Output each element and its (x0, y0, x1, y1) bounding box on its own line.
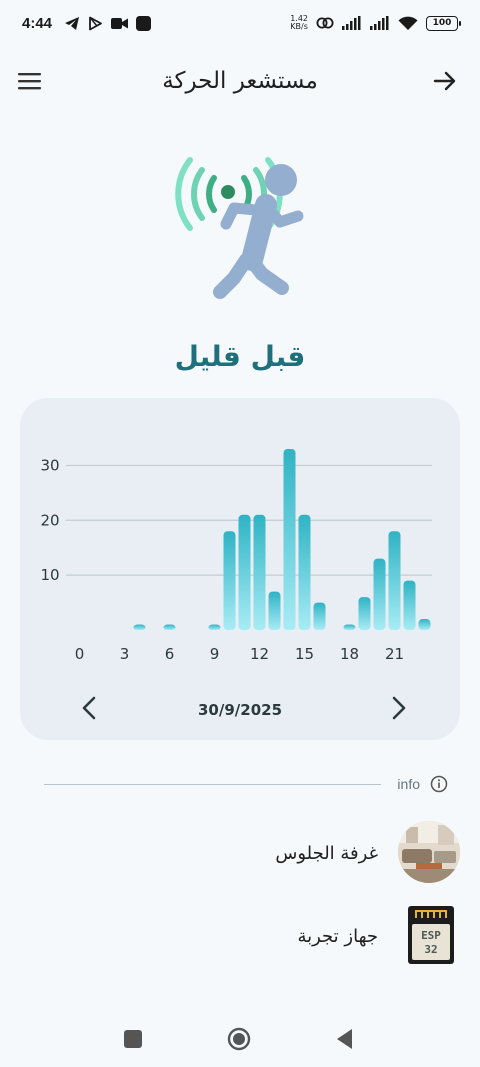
divider-line (44, 784, 381, 785)
menu-icon[interactable] (18, 70, 42, 92)
x-tick-label: 0 (75, 645, 85, 663)
back-button[interactable] (332, 1026, 358, 1052)
chart-bar (373, 558, 386, 630)
chart-bar (298, 514, 311, 630)
video-icon (111, 17, 129, 29)
home-button[interactable] (226, 1026, 252, 1052)
motion-sensor-illustration (175, 157, 304, 299)
link-icon (316, 17, 334, 29)
chart-bar (343, 624, 356, 630)
info-divider: info (44, 774, 448, 796)
list-item-label: غرفة الجلوس (275, 843, 378, 864)
x-tick-label: 21 (385, 645, 404, 663)
chart-bar (268, 591, 281, 630)
esp32-chip-icon: ESP 32 (408, 906, 454, 964)
chevron-right-icon[interactable] (384, 694, 412, 722)
y-tick-label: 10 (40, 566, 59, 584)
app-bar: مستشعر الحركة (0, 56, 480, 106)
list-item-living-room[interactable]: غرفة الجلوس (0, 821, 480, 885)
chart-bar (283, 448, 296, 630)
telegram-icon (65, 16, 80, 30)
recents-button[interactable] (120, 1026, 146, 1052)
chart-bar (388, 531, 401, 630)
y-tick-label: 20 (40, 511, 59, 529)
system-nav-bar (0, 1010, 480, 1067)
wifi-icon (398, 16, 418, 30)
x-tick-label: 3 (120, 645, 130, 663)
network-speed: 1.42 KB/s (290, 15, 308, 31)
x-tick-label: 18 (340, 645, 359, 663)
status-time: 4:44 (22, 14, 53, 32)
signal-icon (342, 16, 361, 30)
page-title: مستشعر الحركة (162, 68, 318, 94)
list-item-test-device[interactable]: جهاز تجربة ESP 32 (0, 906, 480, 970)
x-tick-label: 12 (250, 645, 269, 663)
activity-bar-chart: 10 20 30 0 3 6 9 12 15 18 21 (40, 448, 432, 663)
activity-chart-card: 10 20 30 0 3 6 9 12 15 18 21 30/9/2025 (20, 398, 460, 740)
app-icon (136, 15, 152, 31)
x-tick-label: 9 (210, 645, 220, 663)
battery-level: 100 (432, 18, 452, 28)
chart-bar (238, 514, 251, 630)
x-tick-label: 6 (165, 645, 175, 663)
network-speed-unit: KB/s (290, 22, 308, 31)
battery-icon: 100 (426, 15, 461, 31)
chart-bar (133, 624, 146, 630)
room-photo (398, 821, 460, 883)
chart-bar (253, 514, 266, 630)
status-right: 1.42 KB/s 100 (290, 15, 461, 31)
play-icon (89, 16, 102, 30)
y-tick-label: 30 (40, 456, 59, 474)
x-tick-label: 15 (295, 645, 314, 663)
info-label: info (397, 776, 420, 792)
status-bar: 4:44 1.42 KB/s 100 (0, 0, 480, 46)
esp-chip-line1: ESP (421, 929, 441, 942)
chart-bar (358, 597, 371, 630)
signal-icon (370, 16, 389, 30)
last-motion-label: قبل قليل (174, 340, 306, 373)
chart-bar (418, 619, 431, 630)
chart-bar (163, 624, 176, 630)
chart-bar (223, 531, 236, 630)
walking-person-icon (213, 164, 304, 299)
info-icon (430, 775, 448, 793)
chart-bar (313, 602, 326, 630)
chart-bar (208, 624, 221, 630)
esp-chip-line2: 32 (424, 943, 437, 956)
status-left: 4:44 (22, 14, 152, 32)
chart-bar (403, 580, 416, 630)
sensor-dot (221, 185, 235, 199)
arrow-right-icon[interactable] (432, 68, 458, 94)
list-item-label: جهاز تجربة (297, 926, 378, 947)
